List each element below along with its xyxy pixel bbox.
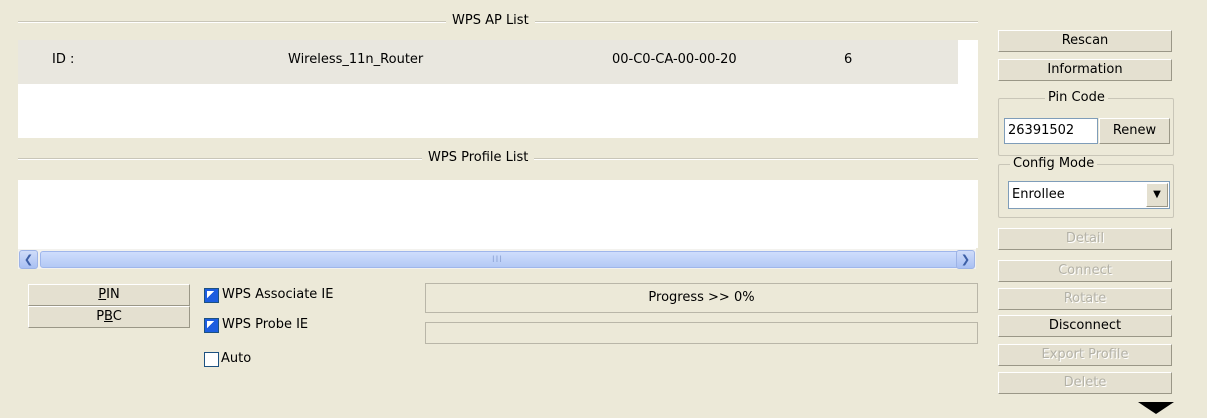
information-button[interactable]: Information <box>998 59 1172 81</box>
expand-down-icon[interactable] <box>1124 402 1188 414</box>
scroll-left-icon[interactable]: ❮ <box>19 250 38 269</box>
connect-button[interactable]: Connect <box>998 260 1172 282</box>
pbc-button[interactable]: PBC <box>28 306 190 328</box>
wps-associate-ie-label: WPS Associate IE <box>222 287 334 302</box>
pin-code-field[interactable]: 26391502 <box>1004 118 1098 144</box>
export-profile-button[interactable]: Export Profile <box>998 344 1172 366</box>
delete-button[interactable]: Delete <box>998 372 1172 394</box>
horizontal-scrollbar[interactable]: ❮ III ❯ <box>18 248 976 269</box>
wps-probe-ie-label: WPS Probe IE <box>222 317 309 332</box>
progress-bar <box>425 322 978 344</box>
pin-button[interactable]: PIN <box>28 284 190 306</box>
ap-list-title: WPS AP List <box>446 13 535 28</box>
profile-list-title: WPS Profile List <box>422 150 535 165</box>
ap-bssid: 00-C0-CA-00-00-20 <box>612 52 737 67</box>
pin-mnemonic: P <box>98 287 107 302</box>
auto-checkbox[interactable] <box>204 352 219 367</box>
rescan-button[interactable]: Rescan <box>998 30 1172 52</box>
rotate-button[interactable]: Rotate <box>998 288 1172 310</box>
progress-text: Progress >> 0% <box>648 290 755 305</box>
pbc-label-lead: P <box>96 309 105 324</box>
scroll-thumb[interactable]: III <box>40 251 964 268</box>
chevron-down-icon[interactable]: ▼ <box>1146 183 1168 207</box>
pbc-label-rest: C <box>112 309 122 324</box>
profile-list-panel[interactable] <box>18 180 978 248</box>
disconnect-button[interactable]: Disconnect <box>998 315 1172 337</box>
wps-probe-ie-checkbox[interactable] <box>204 318 219 333</box>
pin-label-rest: IN <box>106 287 120 302</box>
ap-channel: 6 <box>844 52 853 67</box>
ap-id-label: ID : <box>52 52 75 67</box>
renew-button[interactable]: Renew <box>1099 118 1170 144</box>
detail-button[interactable]: Detail <box>998 228 1172 250</box>
pbc-mnemonic: B <box>104 309 113 324</box>
progress-status: Progress >> 0% <box>425 283 978 313</box>
table-row[interactable]: ID : Wireless_11n_Router 00-C0-CA-00-00-… <box>18 40 958 84</box>
wps-associate-ie-checkbox[interactable] <box>204 288 219 303</box>
config-mode-select[interactable]: Enrollee ▼ <box>1008 181 1170 209</box>
scroll-grip: III <box>492 255 503 265</box>
ap-ssid: Wireless_11n_Router <box>288 52 424 67</box>
auto-label: Auto <box>221 351 252 366</box>
config-mode-legend: Config Mode <box>1010 156 1098 171</box>
scroll-right-icon[interactable]: ❯ <box>956 250 975 269</box>
config-mode-value: Enrollee <box>1012 187 1065 202</box>
pin-code-legend: Pin Code <box>1045 90 1108 105</box>
